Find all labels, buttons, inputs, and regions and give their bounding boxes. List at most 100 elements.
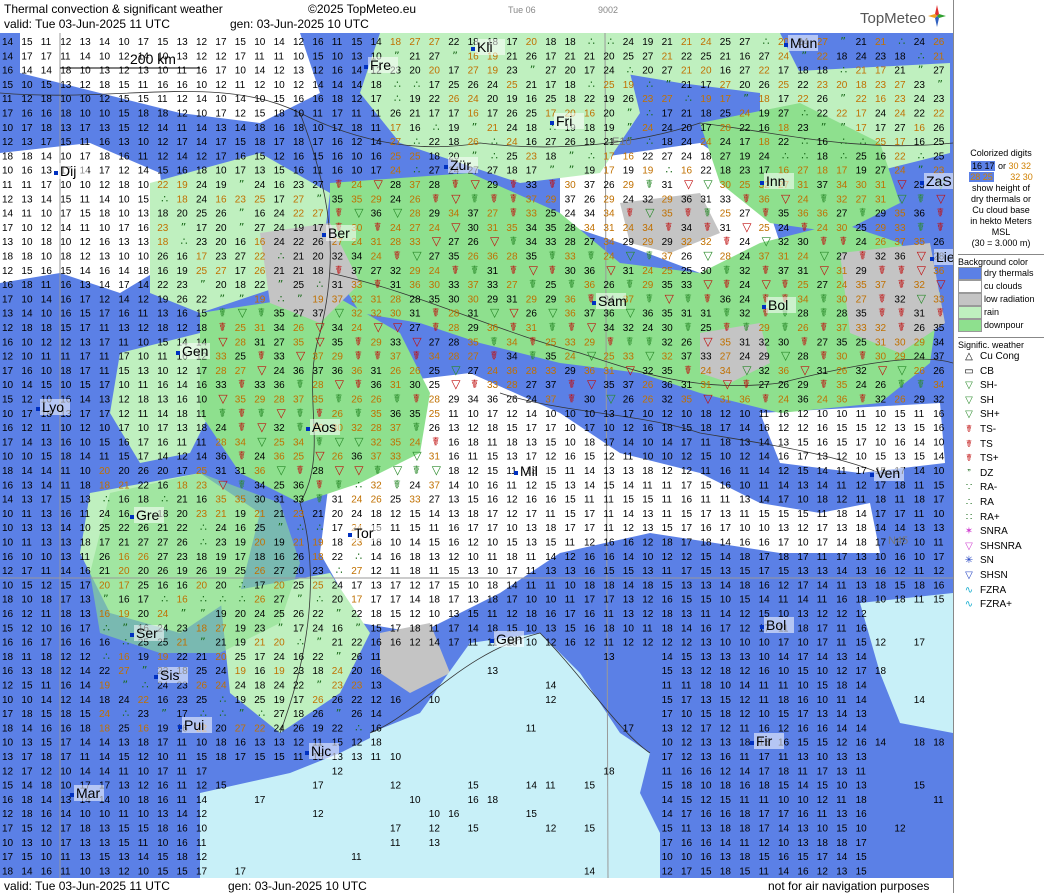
height-digit: 14 — [817, 480, 829, 491]
city-label: Mun — [790, 35, 817, 51]
weather-glyph: ☤ — [917, 220, 925, 234]
height-digit: 27 — [817, 280, 829, 291]
height-digit: 34 — [720, 366, 732, 377]
height-digit: 35 — [545, 223, 557, 234]
height-digit: 22 — [448, 37, 460, 48]
height-digit: 12 — [565, 552, 577, 563]
height-digit: 10 — [21, 237, 33, 248]
height-digit: 11 — [603, 523, 614, 534]
height-digit: 13 — [99, 824, 111, 835]
weather-glyph: ☤ — [238, 406, 246, 420]
height-digit: 15 — [138, 824, 150, 835]
height-digit: 11 — [778, 681, 789, 692]
height-digit: 17 — [80, 294, 92, 305]
forecast-map[interactable]: 14 15 11 12 13 14 10 17 15 13 12 17 15 10 14 12 16 11 15 14… — [0, 33, 953, 878]
height-digit: 14 — [836, 538, 848, 549]
height-digit: 12 — [21, 395, 33, 406]
height-digit: 17 — [759, 824, 771, 835]
height-digit: 37 — [817, 180, 829, 191]
height-digit: 19 — [118, 609, 130, 620]
rain-glyph: ” — [743, 92, 749, 105]
height-digit: 37 — [312, 366, 324, 377]
height-digit: 18 — [41, 652, 53, 663]
rain-glyph: ∴ — [646, 78, 653, 91]
rain-glyph: ” — [316, 679, 322, 692]
height-digit: 33 — [409, 495, 421, 506]
height-digit: 12 — [21, 609, 33, 620]
height-digit: 12 — [739, 623, 751, 634]
weather-legend-list: △ Cu Cong ▭ CB ▽ SH- ▽ SH ▽ SH+ ☤ TS- ☤ TS ☤ TS+” DZ ∵ RA-… — [958, 350, 1044, 613]
height-digit: 11 — [662, 509, 673, 520]
weather-glyph: ☤ — [296, 377, 304, 391]
height-digit: 16 — [254, 666, 266, 677]
height-digit: 25 — [235, 352, 247, 363]
height-digit: 13 — [215, 123, 227, 134]
height-digit: 27 — [545, 137, 557, 148]
height-digit: 11 — [662, 480, 673, 491]
weather-glyph: ▽ — [412, 249, 422, 263]
height-digit: 15 — [468, 609, 480, 620]
height-digit: 16 — [157, 781, 169, 792]
weather-glyph: ☤ — [432, 320, 440, 334]
height-digit: 15 — [118, 824, 130, 835]
height-digit: 10 — [99, 223, 111, 234]
height-digit: 16 — [720, 66, 732, 77]
rain-glyph: ∴ — [782, 149, 789, 162]
height-digit: 16 — [584, 552, 596, 563]
color-swatch — [958, 306, 982, 320]
height-digit: 12 — [390, 781, 402, 792]
height-digit: 10 — [60, 380, 72, 391]
height-digit: 12 — [157, 137, 169, 148]
height-digit: 16 — [332, 166, 344, 177]
height-digit: 17 — [235, 866, 247, 877]
height-digit: 12 — [681, 752, 693, 763]
height-digit: 31 — [429, 452, 441, 463]
height-digit: 17 — [196, 866, 208, 877]
height-digit: 13 — [797, 480, 809, 491]
height-digit: 35 — [894, 209, 906, 220]
rain-glyph: ” — [103, 593, 109, 606]
height-digit: 28 — [720, 252, 732, 263]
height-digit: 18 — [720, 709, 732, 720]
height-digit: 20 — [215, 237, 227, 248]
height-digit: 11 — [836, 795, 847, 806]
weather-glyph: ▽ — [665, 291, 675, 305]
weather-glyph: ▽ — [335, 434, 345, 448]
height-digit: 12 — [797, 423, 809, 434]
weather-glyph: ▽ — [432, 234, 442, 248]
height-digit: 17 — [759, 566, 771, 577]
height-digit: 36 — [371, 209, 383, 220]
height-digit: 26 — [138, 523, 150, 534]
generated-time: gen: 03-Jun-2025 10 UTC — [230, 17, 369, 31]
height-digit: 10 — [235, 66, 247, 77]
height-digit: 17 — [894, 509, 906, 520]
height-digit: 16 — [235, 738, 247, 749]
weather-glyph: ▽ — [218, 477, 228, 491]
height-digit: 13 — [526, 437, 538, 448]
height-digit: 16 — [623, 151, 635, 162]
height-digit: 23 — [351, 681, 363, 692]
height-digit: 11 — [603, 609, 614, 620]
city-dot — [760, 181, 764, 185]
height-digit: 12 — [797, 523, 809, 534]
rain-glyph: ∴ — [918, 149, 925, 162]
height-digit: 11 — [138, 309, 149, 320]
height-digit: 13 — [21, 480, 33, 491]
height-digit: 16 — [720, 752, 732, 763]
height-digit: 30 — [468, 294, 480, 305]
height-digit: 10 — [836, 781, 848, 792]
background-legend-item: rain — [958, 306, 1044, 320]
height-digit: 10 — [99, 423, 111, 434]
height-digit: 16 — [99, 638, 111, 649]
height-digit: 17 — [487, 523, 499, 534]
height-digit: 11 — [312, 109, 323, 120]
rain-glyph: ∴ — [433, 121, 440, 134]
height-digit: 17 — [681, 566, 693, 577]
height-digit: 14 — [41, 695, 53, 706]
height-digit: 25 — [526, 109, 538, 120]
city-label: Mil — [520, 463, 538, 479]
height-digit: 10 — [526, 623, 538, 634]
header-bar: Thermal convection & significant weather… — [0, 0, 953, 33]
height-digit: 10 — [642, 409, 654, 420]
height-digit: 14 — [235, 123, 247, 134]
